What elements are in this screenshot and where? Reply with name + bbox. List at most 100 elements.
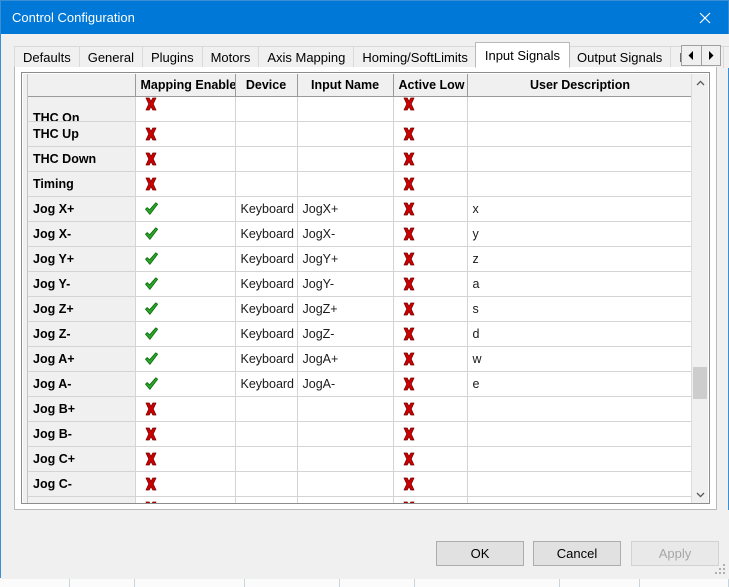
mapping-enabled-cell[interactable] (135, 221, 236, 247)
device-cell[interactable]: Keyboard (235, 371, 298, 397)
tab-motors[interactable]: Motors (201, 46, 260, 68)
check-mark-icon[interactable] (144, 277, 159, 291)
user-description-cell[interactable]: s (467, 296, 694, 322)
device-cell[interactable] (235, 471, 298, 497)
table-row[interactable]: Jog Z- Keyboard JogZ-d (28, 321, 694, 347)
table-row[interactable]: Jog X+ Keyboard JogX+ x (28, 196, 694, 222)
active-low-cell[interactable] (393, 346, 468, 372)
input-name-cell[interactable] (297, 146, 394, 172)
signal-name-cell[interactable]: THC On (28, 96, 136, 122)
user-description-cell[interactable]: e (467, 371, 694, 397)
active-low-cell[interactable] (393, 171, 468, 197)
user-description-cell[interactable]: x (467, 196, 694, 222)
column-header-user-description[interactable]: User Description (467, 74, 694, 97)
device-cell[interactable] (235, 146, 298, 172)
device-cell[interactable] (235, 396, 298, 422)
input-name-cell[interactable] (297, 121, 394, 147)
table-row[interactable]: Jog A+ Keyboard JogA+ w (28, 346, 694, 372)
x-mark-icon[interactable] (402, 277, 416, 291)
user-description-cell[interactable]: d (467, 321, 694, 347)
x-mark-icon[interactable] (402, 97, 416, 111)
mapping-enabled-cell[interactable] (135, 346, 236, 372)
active-low-cell[interactable] (393, 146, 468, 172)
x-mark-icon[interactable] (402, 452, 416, 466)
device-cell[interactable] (235, 446, 298, 472)
table-row[interactable]: Jog B+ (28, 396, 694, 422)
resize-grip[interactable] (715, 564, 727, 576)
input-name-cell[interactable]: JogY- (297, 271, 394, 297)
user-description-cell[interactable] (467, 96, 694, 122)
x-mark-icon[interactable] (402, 327, 416, 341)
active-low-cell[interactable] (393, 446, 468, 472)
active-low-cell[interactable] (393, 421, 468, 447)
x-mark-icon[interactable] (144, 402, 158, 416)
scroll-up-icon[interactable] (692, 74, 708, 91)
scroll-down-icon[interactable] (692, 486, 708, 503)
active-low-cell[interactable] (393, 296, 468, 322)
input-name-cell[interactable] (297, 421, 394, 447)
check-mark-icon[interactable] (144, 227, 159, 241)
mapping-enabled-cell[interactable] (135, 446, 236, 472)
x-mark-icon[interactable] (402, 202, 416, 216)
check-mark-icon[interactable] (144, 302, 159, 316)
table-row[interactable]: Jog Y+ Keyboard JogY+ z (28, 246, 694, 272)
x-mark-icon[interactable] (402, 127, 416, 141)
input-name-cell[interactable] (297, 171, 394, 197)
table-row[interactable]: THC Down (28, 146, 694, 172)
signal-name-cell[interactable]: Timing (28, 171, 136, 197)
tab-scroll-right-icon[interactable] (701, 46, 720, 65)
x-mark-icon[interactable] (402, 302, 416, 316)
mapping-enabled-cell[interactable] (135, 146, 236, 172)
active-low-cell[interactable] (393, 246, 468, 272)
x-mark-icon[interactable] (144, 152, 158, 166)
active-low-cell[interactable] (393, 121, 468, 147)
x-mark-icon[interactable] (402, 352, 416, 366)
device-cell[interactable]: Keyboard (235, 246, 298, 272)
x-mark-icon[interactable] (144, 452, 158, 466)
input-name-cell[interactable]: JogY+ (297, 246, 394, 272)
active-low-cell[interactable] (393, 221, 468, 247)
mapping-enabled-cell[interactable] (135, 496, 236, 503)
input-name-cell[interactable] (297, 496, 394, 503)
grid-vertical-scrollbar[interactable] (691, 74, 708, 503)
signal-name-cell[interactable]: Jog Z+ (28, 296, 136, 322)
device-cell[interactable] (235, 421, 298, 447)
device-cell[interactable]: Keyboard (235, 346, 298, 372)
active-low-cell[interactable] (393, 96, 468, 122)
active-low-cell[interactable] (393, 496, 468, 503)
tab-scroll-left-icon[interactable] (682, 46, 702, 65)
signal-name-cell[interactable]: Jog Z- (28, 321, 136, 347)
input-name-cell[interactable] (297, 446, 394, 472)
user-description-cell[interactable] (467, 471, 694, 497)
device-cell[interactable]: Keyboard (235, 321, 298, 347)
x-mark-icon[interactable] (402, 227, 416, 241)
x-mark-icon[interactable] (402, 252, 416, 266)
tab-plugins[interactable]: Plugins (141, 46, 203, 68)
check-mark-icon[interactable] (144, 202, 159, 216)
x-mark-icon[interactable] (402, 177, 416, 191)
device-cell[interactable]: Keyboard (235, 221, 298, 247)
mapping-enabled-cell[interactable] (135, 196, 236, 222)
table-row[interactable]: Jog A- Keyboard JogA-e (28, 371, 694, 397)
signal-name-cell[interactable]: Jog B- (28, 421, 136, 447)
table-row[interactable]: Jog C+ (28, 446, 694, 472)
cancel-button[interactable]: Cancel (533, 541, 621, 566)
x-mark-icon[interactable] (144, 177, 158, 191)
mapping-enabled-cell[interactable] (135, 171, 236, 197)
close-icon[interactable] (682, 1, 728, 34)
signal-name-cell[interactable] (28, 496, 136, 503)
table-row[interactable] (28, 496, 694, 503)
input-name-cell[interactable]: JogX+ (297, 196, 394, 222)
mapping-enabled-cell[interactable] (135, 421, 236, 447)
mapping-enabled-cell[interactable] (135, 296, 236, 322)
user-description-cell[interactable]: z (467, 246, 694, 272)
input-name-cell[interactable]: JogA+ (297, 346, 394, 372)
scrollbar-track[interactable] (692, 91, 708, 486)
user-description-cell[interactable] (467, 146, 694, 172)
signal-name-cell[interactable]: Jog Y- (28, 271, 136, 297)
signal-name-cell[interactable]: Jog A+ (28, 346, 136, 372)
active-low-cell[interactable] (393, 271, 468, 297)
mapping-enabled-cell[interactable] (135, 271, 236, 297)
input-name-cell[interactable]: JogZ- (297, 321, 394, 347)
input-name-cell[interactable]: JogX- (297, 221, 394, 247)
